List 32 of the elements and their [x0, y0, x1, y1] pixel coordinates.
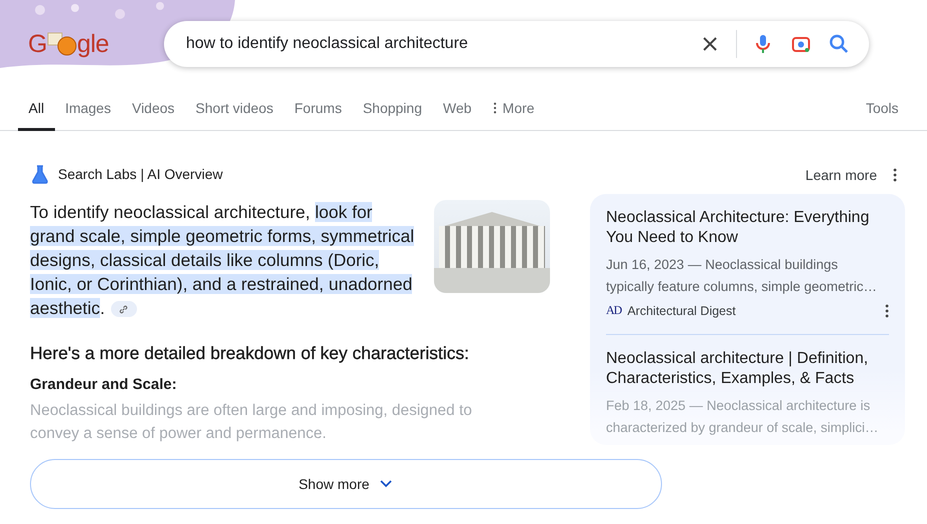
source-title[interactable]: Neoclassical architecture | Definition, Characteristics, Examples, & Facts: [606, 349, 889, 389]
tools-tab[interactable]: Tools: [855, 88, 909, 131]
search-tab[interactable]: Web: [432, 88, 482, 131]
site-name: Architectural Digest: [627, 304, 736, 318]
overview-title: Search Labs | AI Overview: [58, 166, 223, 182]
show-more-button[interactable]: Show more: [30, 459, 662, 509]
search-tab[interactable]: Images: [54, 88, 122, 131]
subsection-heading: Grandeur and Scale:: [30, 376, 178, 393]
source-snippet: Jun 16, 2023 — Neoclassical buildings typically feature columns, simple geometric…: [606, 256, 878, 296]
link-icon[interactable]: [110, 301, 137, 318]
search-tab[interactable]: Forums: [284, 88, 352, 131]
search-tab[interactable]: More: [482, 88, 545, 131]
more-options-icon[interactable]: [885, 304, 889, 318]
section-heading: Here's a more detailed breakdown of key characteristics:: [30, 343, 470, 364]
source-snippet: Feb 18, 2025 — Neoclassical architecture is characterized by grandeur of scale, simplici…: [606, 397, 880, 437]
learn-more-link[interactable]: Learn more: [805, 167, 877, 183]
search-tab[interactable]: Videos: [121, 88, 186, 131]
doodle-logo[interactable]: G gle: [28, 30, 138, 58]
flask-icon: [30, 164, 50, 184]
faded-paragraph: Neoclassical buildings are often large and imposing, designed to convey a sense of power and permanence.: [30, 401, 474, 444]
search-tab[interactable]: Shopping: [352, 88, 432, 131]
site-logo: AD: [606, 303, 622, 318]
search-field[interactable]: how to identify neoclassical architecture: [184, 34, 684, 54]
answer-paragraph: To identify neoclassical architecture, look for grand scale, simple geometric forms, symmetrical designs, classical details like columns (Doric, Ionic, or Corinthian), and a restrained, unadorned aesthetic.: [30, 201, 416, 320]
search-tab[interactable]: Short videos: [185, 88, 284, 131]
more-options-icon[interactable]: [893, 168, 897, 182]
chevron-down-icon: [379, 479, 394, 489]
temple-photo[interactable]: [434, 200, 550, 293]
kebab-icon: [492, 102, 497, 114]
source-title[interactable]: Neoclassical Architecture: Everything You Need to Know: [606, 208, 889, 248]
search-tab[interactable]: All: [18, 88, 55, 131]
basketball-icon: [46, 32, 77, 56]
